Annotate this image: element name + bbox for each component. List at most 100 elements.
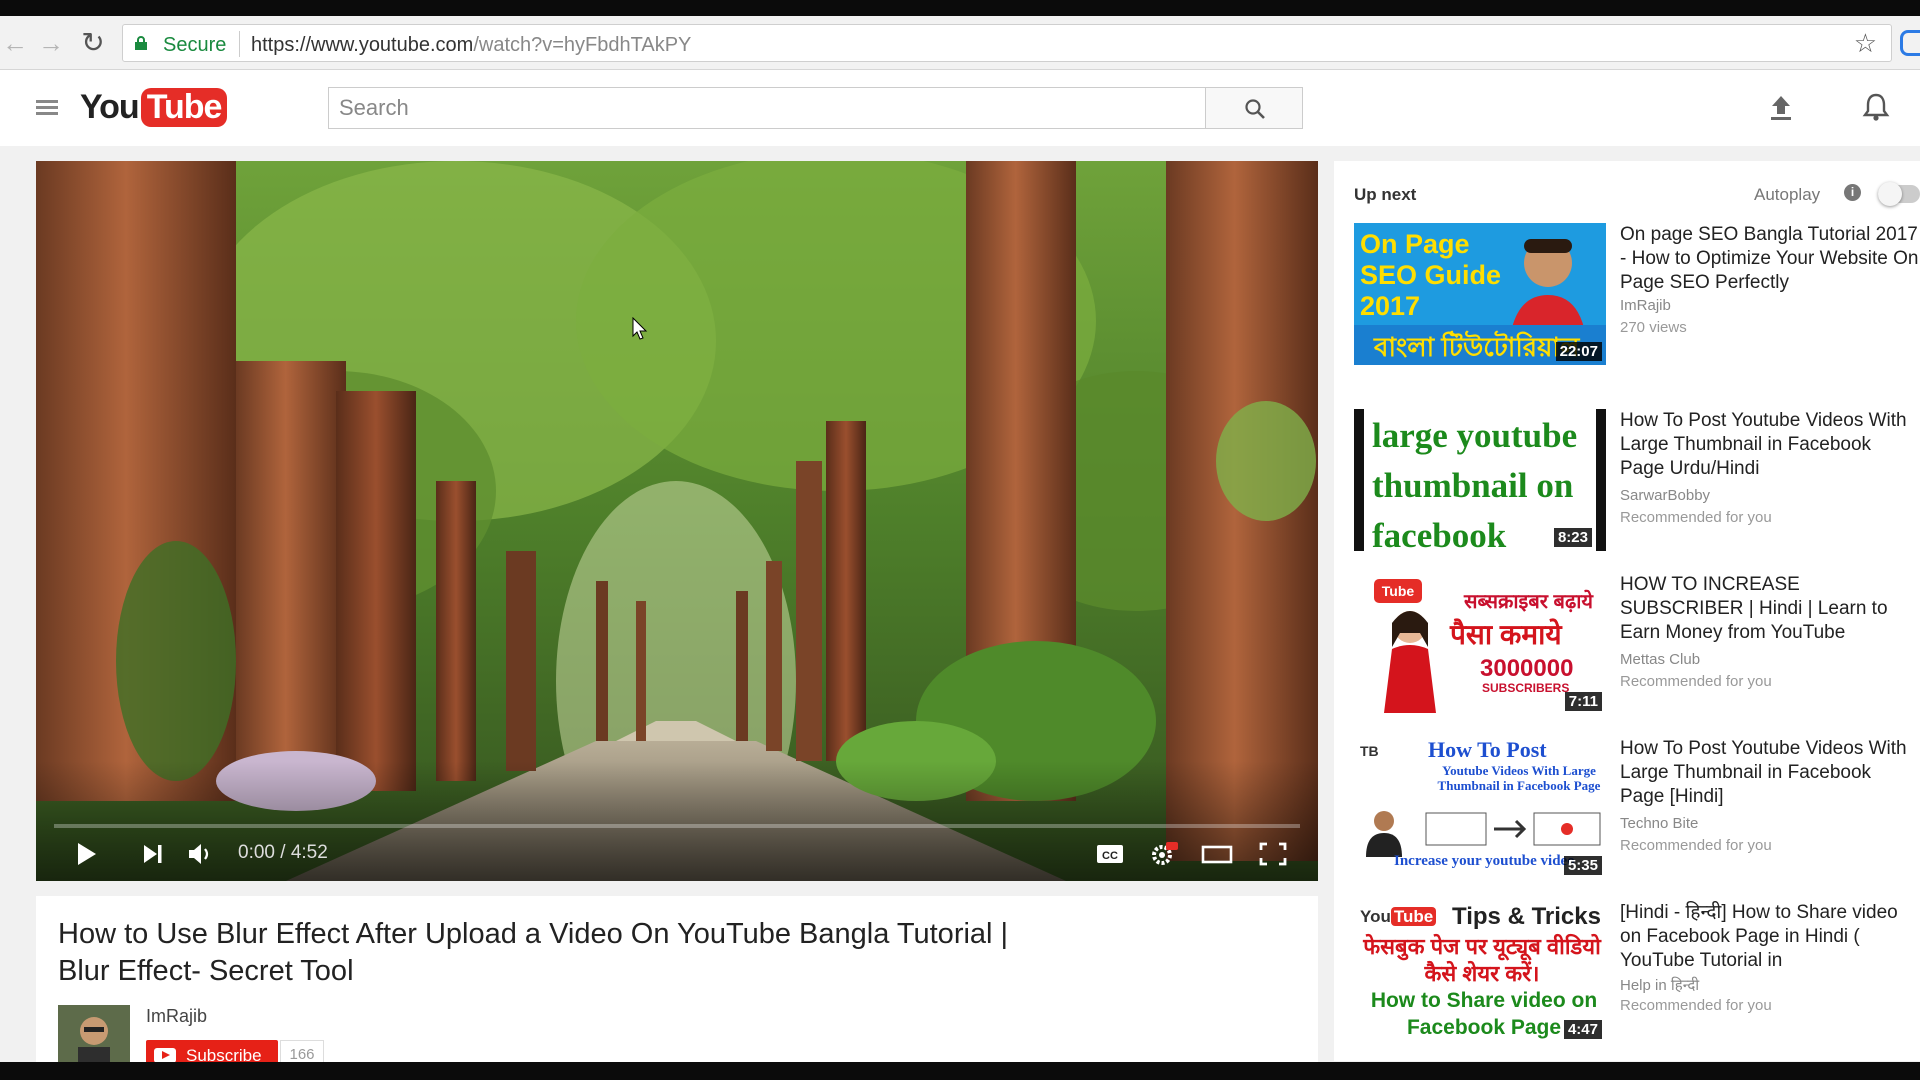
hamburger-menu-icon[interactable] — [36, 100, 58, 116]
screenshot-illustration — [1425, 812, 1601, 846]
recommended-channel: Help in हिन्दी — [1620, 977, 1700, 994]
youtube-play-icon — [154, 1048, 176, 1063]
mouse-cursor-icon — [632, 317, 648, 340]
thumbnail-logo-you: You — [1360, 907, 1391, 926]
url-path: /watch?v=hyFbdhTAkPY — [473, 34, 692, 56]
thumbnail-tips: Tips & Tricks — [1452, 903, 1601, 930]
settings-gear-icon[interactable] — [1148, 840, 1180, 868]
recommended-meta: Recommended for you — [1620, 509, 1772, 526]
thumbnail-line: How To Post — [1428, 737, 1547, 762]
recommended-channel: Techno Bite — [1620, 815, 1699, 832]
thumbnail-text: large youtube thumbnail on facebook — [1372, 411, 1577, 551]
bookmark-star-icon[interactable]: ☆ — [1854, 29, 1877, 57]
fullscreen-icon[interactable] — [1258, 840, 1288, 868]
recommended-title[interactable]: HOW TO INCREASE SUBSCRIBER | Hindi | Lea… — [1620, 573, 1920, 645]
video-thumbnail[interactable]: On Page SEO Guide 2017 বাংলা টিউটোরিয়াল… — [1354, 223, 1606, 365]
address-bar[interactable]: Secure https://www.youtube.com/watch?v=h… — [122, 24, 1892, 62]
duration-badge: 4:47 — [1563, 1020, 1602, 1039]
volume-icon[interactable] — [186, 840, 216, 868]
secure-label: Secure — [163, 34, 227, 56]
recommended-title[interactable]: How To Post Youtube Videos With Large Th… — [1620, 737, 1920, 809]
screen-border-bottom — [0, 1062, 1920, 1080]
recommended-meta: 270 views — [1620, 319, 1687, 336]
upload-icon[interactable] — [1768, 94, 1794, 122]
thumbnail-logo: You Tube — [1360, 907, 1437, 927]
thumbnail-line: 2017 — [1360, 291, 1421, 321]
recommended-video[interactable]: TB How To Post Youtube Videos With Large… — [1354, 737, 1920, 887]
duration-badge: 22:07 — [1555, 342, 1602, 361]
browser-toolbar: ← → ↻ Secure https://www.youtube.com/wat… — [0, 16, 1920, 70]
logo-you: You — [80, 88, 140, 126]
recommended-title[interactable]: [Hindi - हिन्दी] How to Share video on F… — [1620, 901, 1920, 973]
video-title: How to Use Blur Effect After Upload a Vi… — [58, 918, 1009, 987]
autoplay-label: Autoplay — [1754, 185, 1821, 204]
recommended-video[interactable]: Tube सब्सक्राइबर बढ़ाये पैसा कमाये 30000… — [1354, 573, 1920, 723]
screen-border-top — [0, 0, 1920, 16]
reload-icon[interactable]: ↻ — [78, 28, 108, 58]
video-thumbnail[interactable]: TB How To Post Youtube Videos With Large… — [1354, 737, 1606, 879]
info-icon[interactable]: i — [1844, 184, 1861, 201]
recommended-meta: Recommended for you — [1620, 997, 1772, 1014]
forward-icon[interactable]: → — [36, 28, 66, 58]
video-thumbnail[interactable]: Tube सब्सक्राइबर बढ़ाये पैसा कमाये 30000… — [1354, 573, 1606, 715]
up-next-sidebar: Up next Autoplay i On Page SEO Guide 201… — [1334, 161, 1920, 1061]
thumbnail-text: On Page SEO Guide 2017 — [1360, 229, 1501, 322]
next-icon[interactable] — [140, 840, 166, 868]
play-icon[interactable] — [74, 840, 100, 868]
thumbnail-line: SEO Guide — [1360, 260, 1502, 290]
captions-icon[interactable]: CC — [1094, 840, 1126, 868]
duration-badge: 8:23 — [1553, 528, 1592, 547]
up-next-label: Up next — [1354, 185, 1417, 204]
search-button[interactable] — [1205, 87, 1303, 129]
time-display: 0:00 / 4:52 — [238, 842, 328, 863]
search-box — [328, 87, 1206, 129]
recommended-video[interactable]: large youtube thumbnail on facebook 8:23… — [1354, 409, 1920, 559]
thumbnail-tb-logo: TB — [1360, 743, 1379, 759]
thumbnail-line: Youtube Videos With Large Thumbnail in F… — [1437, 763, 1601, 793]
thumbnail-bangla-text: বাংলা টিউটোরিয়াল — [1374, 332, 1580, 362]
back-icon[interactable]: ← — [0, 28, 30, 58]
channel-name[interactable]: ImRajib — [146, 1006, 207, 1027]
video-player[interactable]: 0:00 / 4:52 CC — [36, 161, 1318, 881]
video-thumbnail[interactable]: large youtube thumbnail on facebook 8:23 — [1354, 409, 1606, 551]
address-separator — [239, 31, 240, 57]
thumbnail-line: large youtube — [1372, 416, 1578, 455]
thumbnail-logo-tube: Tube — [1390, 907, 1437, 926]
presenter-image — [1366, 811, 1402, 857]
thumbnail-line: सब्सक्राइबर बढ़ाये — [1464, 591, 1593, 613]
autoplay-toggle[interactable] — [1878, 182, 1920, 206]
url-text[interactable]: https://www.youtube.com/watch?v=hyFbdhTA… — [251, 34, 691, 57]
thumbnail-subscribers: SUBSCRIBERS — [1482, 681, 1570, 695]
video-thumbnail[interactable]: You Tube Tips & Tricks फेसबुक पेज पर यूट्… — [1354, 901, 1606, 1043]
thumbnail-number: 3000000 — [1480, 655, 1574, 682]
notifications-bell-icon[interactable] — [1862, 92, 1890, 122]
recommended-channel: ImRajib — [1620, 297, 1671, 314]
recommended-meta: Recommended for you — [1620, 673, 1772, 690]
recommended-video[interactable]: You Tube Tips & Tricks फेसबुक पेज पर यूट्… — [1354, 901, 1920, 1051]
youtube-logo[interactable]: You Tube — [80, 88, 228, 132]
thumbnail-hindi: फेसबुक पेज पर यूट्यूब वीडियो कैसे शेयर क… — [1363, 934, 1601, 986]
recommended-video[interactable]: On Page SEO Guide 2017 বাংলা টিউটোরিয়াল… — [1354, 223, 1920, 373]
recommended-title[interactable]: On page SEO Bangla Tutorial 2017 - How t… — [1620, 223, 1920, 295]
search-icon — [1245, 99, 1265, 119]
thumbnail-footer: Increase your youtube video — [1394, 853, 1575, 869]
recommended-channel: SarwarBobby — [1620, 487, 1711, 504]
toggle-knob — [1878, 182, 1902, 206]
recommended-channel: Mettas Club — [1620, 651, 1701, 668]
search-input[interactable] — [329, 88, 1205, 128]
theater-mode-icon[interactable] — [1200, 840, 1234, 868]
url-host: https://www.youtube.com — [251, 34, 474, 56]
duration-badge: 5:35 — [1563, 856, 1602, 875]
thumbnail-line: thumbnail on — [1372, 466, 1574, 505]
progress-bar[interactable] — [54, 824, 1300, 828]
thumbnail-line: पैसा कमाये — [1450, 619, 1562, 650]
logo-tube: Tube — [140, 88, 228, 127]
duration-badge: 7:11 — [1564, 692, 1602, 711]
youtube-header: You Tube — [0, 70, 1920, 146]
recommended-title[interactable]: How To Post Youtube Videos With Large Th… — [1620, 409, 1920, 481]
thumbnail-line: On Page — [1360, 229, 1470, 259]
presenter-image — [1384, 611, 1436, 713]
lock-icon — [135, 36, 147, 50]
channel-avatar[interactable] — [58, 1005, 130, 1065]
extension-icon[interactable] — [1900, 30, 1920, 56]
